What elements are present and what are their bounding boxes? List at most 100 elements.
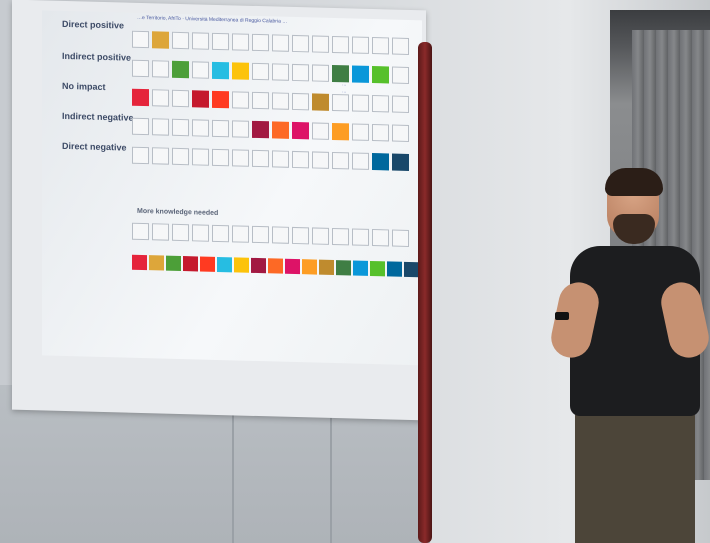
grid-cell [392, 37, 409, 55]
knowledge-cell [392, 229, 409, 247]
sdg-icon [149, 255, 164, 271]
knowledge-cell [312, 227, 329, 245]
grid-cell [232, 149, 249, 167]
knowledge-cell [232, 225, 249, 243]
sdg-icon [183, 256, 198, 272]
sdg-icon [319, 259, 334, 276]
grid-cell [132, 30, 149, 49]
row-label-direct-negative: Direct negative [62, 140, 127, 153]
grid-cell [172, 31, 189, 50]
knowledge-cell [292, 226, 309, 245]
grid-cell [152, 60, 169, 78]
grid-cell [192, 148, 209, 166]
grid-cell [312, 122, 329, 140]
sdg-icon [232, 62, 249, 80]
presenter [547, 168, 710, 543]
grid-cell [352, 152, 369, 170]
grid-cell [232, 91, 249, 109]
grid-cell [192, 119, 209, 137]
presenter-beard [613, 214, 655, 244]
grid-cell [272, 92, 289, 110]
grid-cell [312, 64, 329, 82]
sdg-icon [132, 254, 147, 271]
grid-cell [292, 150, 309, 169]
grid-cell [392, 95, 409, 113]
row-label-no-impact: No impact [62, 80, 106, 93]
slide-header: …e Territorio, AfriTo · Università Medit… [137, 14, 288, 25]
sdg-icon [336, 260, 351, 276]
knowledge-cell [332, 227, 349, 246]
grid-cell [192, 61, 209, 79]
sdg-icon [292, 121, 309, 140]
sdg-icon [302, 259, 317, 275]
grid-cell [312, 35, 329, 53]
grid-cell [272, 63, 289, 81]
grid-cell [252, 33, 269, 52]
row-label-direct-positive: Direct positive [62, 18, 125, 31]
sdg-icon [212, 61, 229, 80]
sdg-icon [200, 256, 215, 272]
grid-cell [252, 149, 269, 168]
sdg-icon [251, 257, 266, 274]
sdg-icon [132, 88, 149, 107]
grid-cell [352, 36, 369, 54]
grid-cell [192, 32, 209, 50]
sdg-icon [212, 90, 229, 109]
row-label-indirect-negative: Indirect negative [62, 110, 134, 123]
sdg-icon [387, 261, 402, 277]
grid-cell [252, 62, 269, 81]
knowledge-cell [352, 228, 369, 246]
sdg-icon [372, 153, 389, 171]
projection-screen: …e Territorio, AfriTo · Università Medit… [12, 0, 426, 421]
grid-cell [272, 150, 289, 168]
grid-cell [372, 124, 389, 142]
grid-cell [232, 120, 249, 138]
more-knowledge-title: More knowledge needed [137, 207, 219, 217]
grid-cell [152, 89, 169, 107]
grid-cell [252, 91, 269, 110]
sdg-icon [332, 64, 349, 83]
grid-cell [372, 95, 389, 113]
sdg-icon [172, 60, 189, 79]
sdg-icon [272, 121, 289, 139]
sdg-icon [234, 257, 249, 273]
sdg-icon [332, 122, 349, 141]
grid-cell [332, 93, 349, 112]
panel-seam [232, 395, 234, 543]
photo-scene: …e Territorio, AfriTo · Università Medit… [0, 0, 710, 543]
knowledge-cell [192, 224, 209, 242]
sdg-icon [370, 260, 385, 277]
sdg-icon [252, 120, 269, 139]
grid-cell [272, 34, 289, 52]
grid-cell [172, 89, 189, 108]
presentation-clicker [555, 312, 569, 320]
grid-cell [312, 151, 329, 169]
grid-cell [292, 63, 309, 82]
grid-cell [292, 34, 309, 53]
grid-cell [132, 146, 149, 165]
sdg-icon [152, 31, 169, 49]
grid-cell [152, 147, 169, 165]
sdg-icon [353, 260, 368, 276]
grid-cell [132, 117, 149, 136]
grid-cell [392, 66, 409, 84]
knowledge-cell [132, 222, 149, 241]
sdg-icon [166, 255, 181, 272]
grid-cell [332, 35, 349, 54]
knowledge-cell [252, 225, 269, 244]
grid-cell [352, 94, 369, 112]
screen-stand-pole [418, 42, 432, 543]
grid-cell [332, 151, 349, 170]
knowledge-cell [272, 226, 289, 244]
knowledge-cell [172, 223, 189, 242]
projected-slide: …e Territorio, AfriTo · Università Medit… [42, 10, 422, 366]
grid-cell [352, 123, 369, 141]
grid-cell [212, 148, 229, 167]
presenter-pants [575, 410, 695, 543]
knowledge-cell [212, 224, 229, 243]
sdg-icon [285, 258, 300, 275]
grid-cell [212, 119, 229, 138]
sdg-icon [352, 65, 369, 83]
sdg-icon [217, 256, 232, 273]
knowledge-cell [152, 223, 169, 241]
